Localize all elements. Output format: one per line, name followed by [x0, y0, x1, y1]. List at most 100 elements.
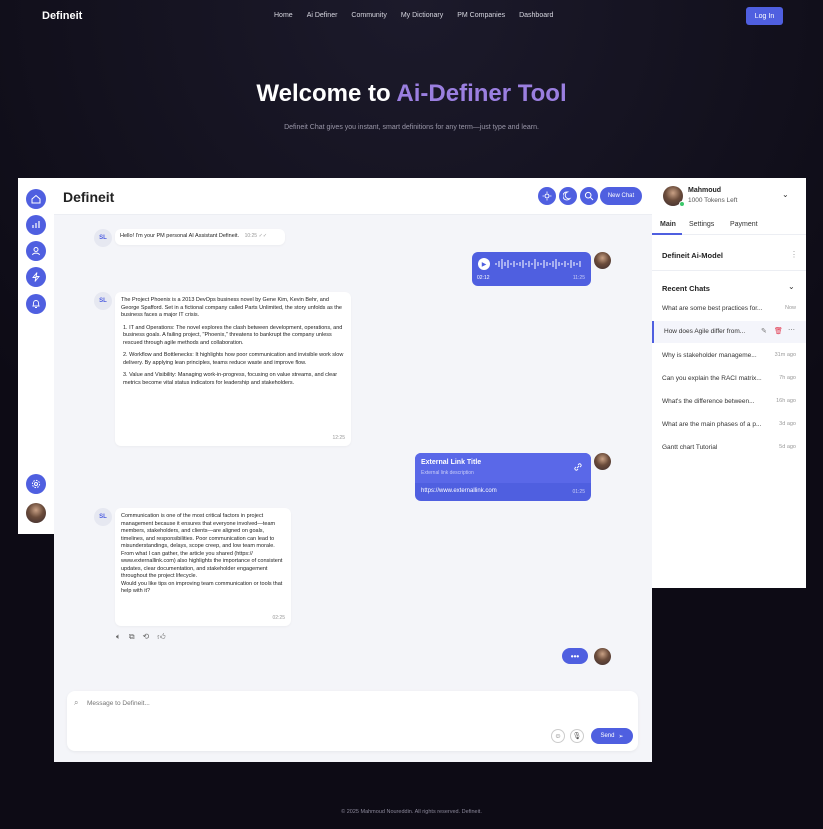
- nav-link-community[interactable]: Community: [351, 12, 386, 19]
- nav-links: Home Ai Definer Community My Dictionary …: [274, 12, 553, 19]
- user-avatar[interactable]: [26, 503, 46, 523]
- message-text: Communication is one of the most critica…: [121, 513, 276, 549]
- trash-icon[interactable]: 🗑︎: [774, 327, 783, 335]
- message-text: 2. Workflow and Bottlenecks: It highligh…: [123, 352, 344, 366]
- brand-logo[interactable]: Defineit: [42, 10, 82, 22]
- link-card[interactable]: External Link Title External link descri…: [415, 453, 591, 501]
- user-avatar: [594, 453, 611, 470]
- recent-chat-time: 3d ago: [779, 421, 796, 427]
- recent-chat-item[interactable]: Why is stakeholder manageme... 31m ago: [652, 345, 806, 367]
- send-label: Send: [600, 733, 615, 739]
- moon-icon[interactable]: [559, 187, 577, 205]
- waveform[interactable]: [494, 257, 584, 271]
- message-text: 3. Value and Visibility: Managing work-i…: [123, 372, 338, 386]
- bell-icon[interactable]: [26, 294, 46, 314]
- more-icon[interactable]: ⋯: [788, 326, 795, 334]
- recent-chat-time: Now: [784, 305, 796, 311]
- assistant-avatar: SL: [94, 508, 112, 526]
- user-avatar: [594, 252, 611, 269]
- mic-icon[interactable]: 🎙︎: [570, 729, 584, 743]
- message-text: From what I can gather, the article you …: [121, 550, 283, 580]
- recent-chat-item-active[interactable]: How does Agile differ from... ✎ 🗑︎ ⋯: [652, 321, 806, 343]
- divider: [652, 270, 806, 271]
- emoji-icon[interactable]: ☺: [551, 729, 565, 743]
- chevron-down-icon[interactable]: ⌄: [782, 190, 789, 199]
- send-icon: ➢: [618, 733, 624, 740]
- user-icon[interactable]: [26, 241, 46, 261]
- search-icon[interactable]: [580, 187, 598, 205]
- recent-chat-title: What are some best practices for...: [662, 305, 763, 312]
- new-chat-button[interactable]: New Chat: [600, 187, 642, 205]
- edit-icon[interactable]: ✎: [761, 327, 767, 335]
- message-time: 11:25: [572, 275, 585, 281]
- nav-link-home[interactable]: Home: [274, 12, 293, 19]
- speaker-icon[interactable]: 🔈︎: [116, 632, 121, 642]
- message-time: 01:25: [572, 489, 585, 495]
- chart-icon[interactable]: [26, 215, 46, 235]
- message-actions: 🔈︎ ⧉ ⟲ 👍︎: [116, 632, 166, 642]
- repeat-icon[interactable]: ⟲: [143, 632, 150, 642]
- link-title: External Link Title: [421, 459, 482, 466]
- copy-icon[interactable]: ⧉: [129, 632, 135, 642]
- home-icon[interactable]: [26, 189, 46, 209]
- message-text: 1. IT and Operations: The novel explores…: [123, 324, 343, 346]
- message-bubble: Communication is one of the most critica…: [115, 508, 291, 626]
- hero-title-accent: Ai-Definer Tool: [396, 80, 567, 107]
- audio-duration: 02:12: [477, 275, 490, 281]
- sidebar-tabs: Main Settings Payment: [652, 216, 806, 235]
- link-url[interactable]: https://www.externallink.com: [421, 488, 497, 494]
- recent-chat-title: What's the difference between...: [662, 398, 755, 405]
- play-icon[interactable]: ▶: [478, 258, 490, 270]
- recent-chat-title: Can you explain the RACI matrix...: [662, 375, 762, 382]
- message-bubble: The Project Phoenix is a 2013 DevOps bus…: [115, 292, 351, 446]
- message-bubble: Hello! I'm your PM personal AI Assistant…: [115, 229, 285, 245]
- recent-chat-title: How does Agile differ from...: [664, 328, 746, 335]
- message-text: Would you like tips on improving team co…: [121, 580, 283, 595]
- recent-chat-title: Gantt chart Tutorial: [662, 444, 718, 451]
- tab-main[interactable]: Main: [660, 221, 676, 228]
- recent-chat-item[interactable]: Can you explain the RACI matrix... 7h ag…: [652, 368, 806, 390]
- nav-link-my-dictionary[interactable]: My Dictionary: [401, 12, 443, 19]
- recent-chat-time: 7h ago: [779, 375, 796, 381]
- recent-chat-time: 5d ago: [779, 444, 796, 450]
- tab-settings[interactable]: Settings: [689, 221, 714, 228]
- message-input[interactable]: [87, 697, 507, 709]
- footer-copyright: © 2025 Mahmoud Noureddin. All rights res…: [341, 809, 482, 815]
- link-icon[interactable]: [573, 459, 583, 477]
- bolt-icon[interactable]: [26, 267, 46, 287]
- send-button[interactable]: Send ➢: [591, 728, 633, 744]
- audio-message: ▶ 02:12 11:25: [472, 252, 591, 286]
- recent-chats-title: Recent Chats: [662, 284, 710, 293]
- recent-chat-item[interactable]: What's the difference between... 16h ago: [652, 391, 806, 413]
- recent-chat-title: Why is stakeholder manageme...: [662, 352, 757, 359]
- nav-link-pm-companies[interactable]: PM Companies: [457, 12, 505, 19]
- hero-title-main: Welcome to: [256, 80, 397, 107]
- more-icon[interactable]: ⋮: [790, 250, 798, 259]
- link-header: External Link Title External link descri…: [415, 453, 591, 483]
- user-name: Mahmoud: [688, 187, 722, 194]
- recent-chat-title: What are the main phases of a p...: [662, 421, 762, 428]
- message-text: Hello! I'm your PM personal AI Assistant…: [120, 233, 240, 239]
- hero-subtitle: Defineit Chat gives you instant, smart d…: [284, 124, 539, 131]
- link-description: External link description: [421, 470, 474, 476]
- paperclip-icon[interactable]: ⌕: [74, 698, 78, 708]
- right-sidebar: Mahmoud 1000 Tokens Left ⌄ Main Settings…: [652, 178, 806, 588]
- tab-payment[interactable]: Payment: [730, 221, 758, 228]
- read-check-icon: ✓✓: [258, 233, 268, 239]
- thumbs-up-icon[interactable]: 👍︎: [157, 632, 165, 642]
- icon-sidebar: [18, 178, 54, 534]
- nav-link-ai-definer[interactable]: Ai Definer: [307, 12, 338, 19]
- typing-indicator: •••: [562, 648, 588, 664]
- chat-panel: Defineit New Chat SL Hello! I'm your PM …: [54, 178, 652, 762]
- login-button[interactable]: Log In: [746, 7, 783, 25]
- nav-link-dashboard[interactable]: Dashboard: [519, 12, 553, 19]
- model-name: Defineit Ai-Model: [662, 251, 723, 260]
- chevron-down-icon[interactable]: ⌄: [788, 282, 795, 291]
- settings-icon[interactable]: [26, 474, 46, 494]
- recent-chat-item[interactable]: What are some best practices for... Now: [652, 298, 806, 320]
- recent-chat-item[interactable]: Gantt chart Tutorial 5d ago: [652, 437, 806, 459]
- sun-icon[interactable]: [538, 187, 556, 205]
- recent-chat-item[interactable]: What are the main phases of a p... 3d ag…: [652, 414, 806, 436]
- chat-header: Defineit New Chat: [54, 178, 652, 215]
- message-text: The Project Phoenix is a 2013 DevOps bus…: [121, 297, 342, 318]
